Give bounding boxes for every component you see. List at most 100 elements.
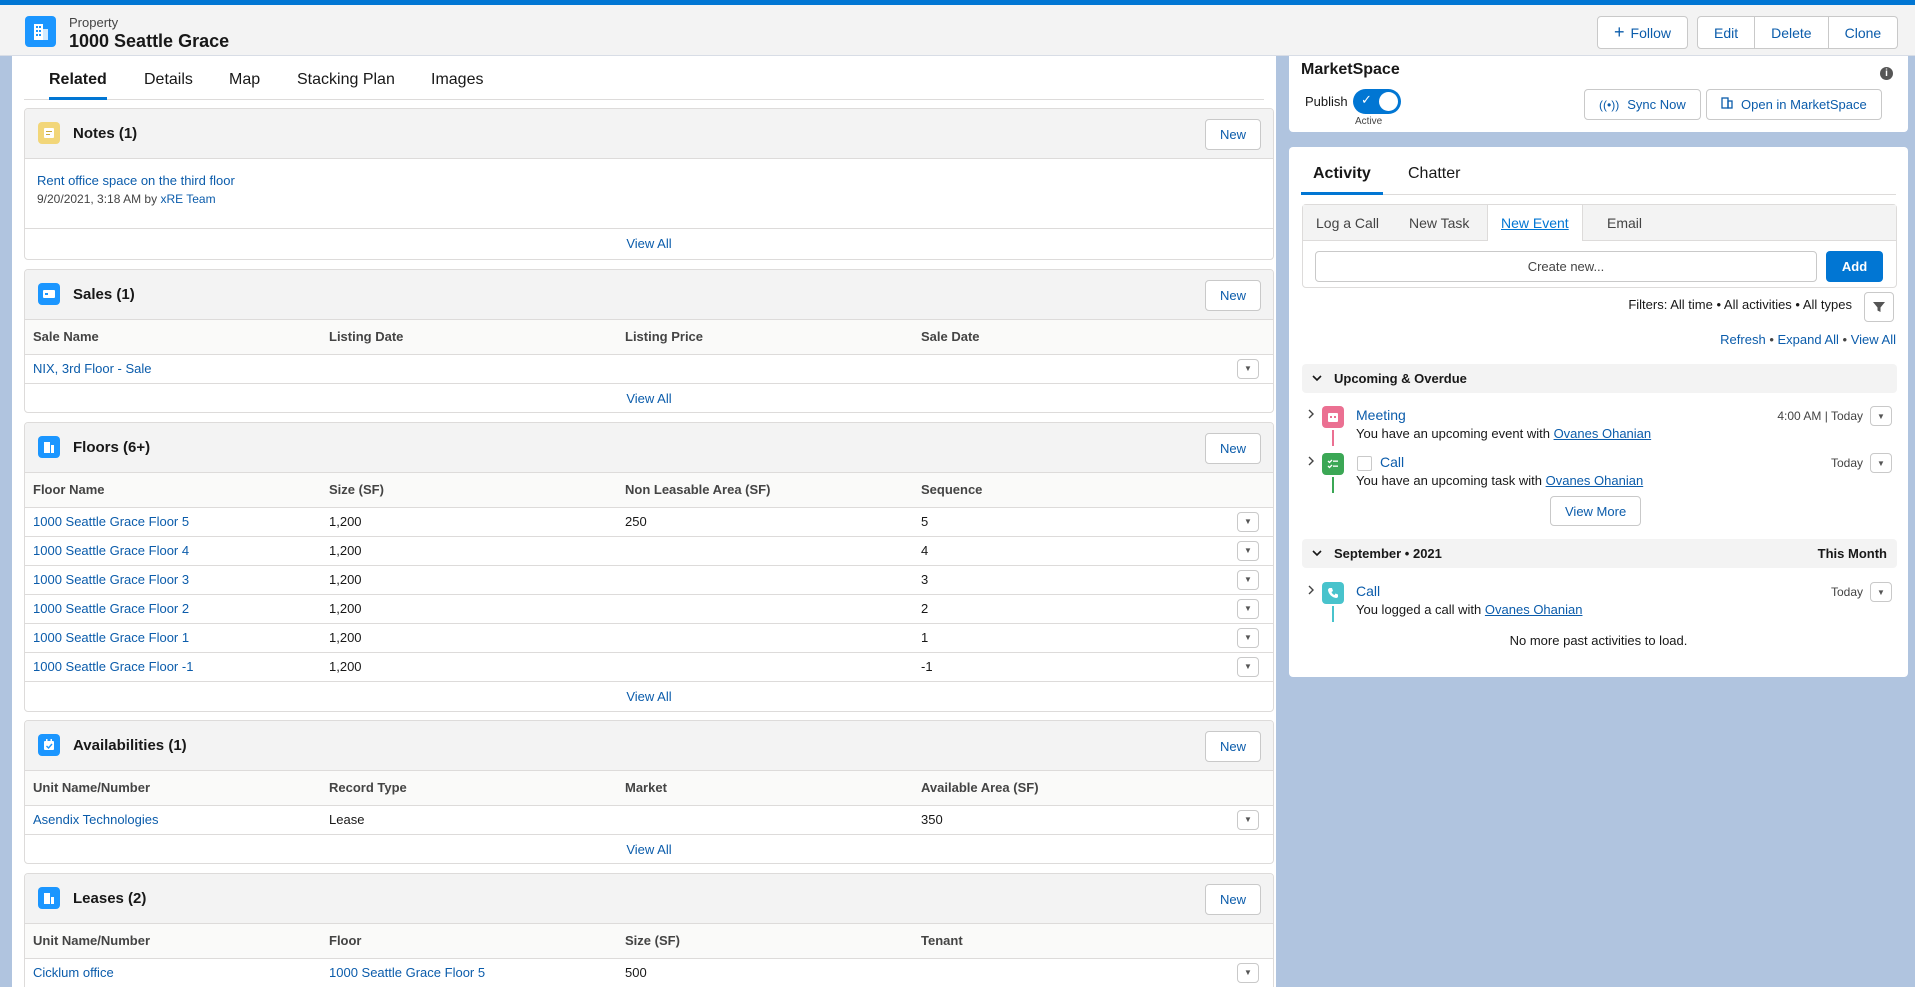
chevron-down-icon: ▼: [1244, 364, 1252, 374]
open-marketspace-button[interactable]: Open in MarketSpace: [1706, 89, 1882, 120]
chevron-right-icon[interactable]: [1306, 455, 1316, 470]
leases-new-button[interactable]: New: [1204, 884, 1261, 915]
sale-link[interactable]: NIX, 3rd Floor - Sale: [33, 361, 152, 376]
row-actions-dropdown[interactable]: ▼: [1237, 809, 1259, 830]
notes-new-button[interactable]: New: [1204, 119, 1261, 150]
item-actions-dropdown[interactable]: ▼: [1870, 406, 1892, 426]
column-header[interactable]: Size (SF): [321, 473, 617, 508]
meeting-link[interactable]: Meeting: [1356, 407, 1406, 423]
floor-link[interactable]: 1000 Seattle Grace Floor 2: [33, 601, 189, 616]
call-task-link[interactable]: Call: [1380, 454, 1404, 470]
edit-button[interactable]: Edit: [1697, 16, 1756, 49]
column-header[interactable]: Market: [617, 771, 913, 806]
upcoming-section-header[interactable]: Upcoming & Overdue: [1302, 364, 1897, 393]
add-button[interactable]: Add: [1826, 251, 1883, 282]
column-header[interactable]: Non Leasable Area (SF): [617, 473, 913, 508]
tab-activity[interactable]: Activity: [1301, 165, 1383, 195]
tab-details[interactable]: Details: [144, 71, 193, 100]
note-link[interactable]: Rent office space on the third floor: [37, 173, 235, 188]
item-actions-dropdown[interactable]: ▼: [1870, 582, 1892, 602]
tab-map[interactable]: Map: [229, 71, 260, 100]
column-header[interactable]: Sale Date: [913, 320, 1209, 355]
chevron-right-icon[interactable]: [1306, 408, 1316, 423]
tab-stacking-plan[interactable]: Stacking Plan: [297, 71, 395, 100]
person-link[interactable]: Ovanes Ohanian: [1546, 473, 1644, 488]
leases-title: Leases (2): [73, 890, 147, 907]
activity-composer: Log a Call New Task New Event Email Crea…: [1302, 204, 1897, 288]
row-actions-dropdown[interactable]: ▼: [1237, 358, 1259, 379]
row-actions-dropdown[interactable]: ▼: [1237, 627, 1259, 648]
availabilities-new-button[interactable]: New: [1204, 731, 1261, 762]
tab-chatter[interactable]: Chatter: [1408, 165, 1460, 195]
floor-link[interactable]: 1000 Seattle Grace Floor 1: [33, 630, 189, 645]
chevron-down-icon: ▼: [1244, 815, 1252, 825]
publish-toggle[interactable]: ✓: [1353, 89, 1401, 114]
expand-all-link[interactable]: Expand All: [1777, 332, 1838, 347]
lease-floor-link[interactable]: 1000 Seattle Grace Floor 5: [329, 965, 485, 980]
floor-link[interactable]: 1000 Seattle Grace Floor 5: [33, 514, 189, 529]
column-header[interactable]: Tenant: [913, 924, 1209, 959]
row-actions-dropdown[interactable]: ▼: [1237, 569, 1259, 590]
column-header[interactable]: Sequence: [913, 473, 1209, 508]
tab-new-task[interactable]: New Task: [1396, 205, 1482, 241]
column-header[interactable]: Listing Date: [321, 320, 617, 355]
tab-related[interactable]: Related: [49, 71, 107, 100]
notes-view-all[interactable]: View All: [626, 236, 671, 251]
floor-link[interactable]: 1000 Seattle Grace Floor 4: [33, 543, 189, 558]
task-checkbox[interactable]: [1357, 456, 1372, 471]
tab-images[interactable]: Images: [431, 71, 483, 100]
floor-link[interactable]: 1000 Seattle Grace Floor 3: [33, 572, 189, 587]
tab-new-event[interactable]: New Event: [1487, 205, 1583, 241]
lease-link[interactable]: Cicklum office: [33, 965, 114, 980]
availability-link[interactable]: Asendix Technologies: [33, 812, 159, 827]
chevron-down-icon: ▼: [1244, 517, 1252, 526]
sync-now-button[interactable]: ((•)) Sync Now: [1584, 89, 1701, 120]
chevron-right-icon[interactable]: [1306, 584, 1316, 599]
column-header[interactable]: Floor Name: [25, 473, 321, 508]
availability-icon: [38, 734, 60, 756]
availabilities-view-all[interactable]: View All: [626, 842, 671, 857]
row-actions-dropdown[interactable]: ▼: [1237, 656, 1259, 677]
note-author-link[interactable]: xRE Team: [160, 192, 215, 206]
plus-icon: +: [1614, 22, 1625, 42]
follow-button[interactable]: + Follow: [1597, 16, 1688, 49]
view-more-button[interactable]: View More: [1550, 496, 1642, 526]
column-header[interactable]: Size (SF): [617, 924, 913, 959]
tab-log-a-call[interactable]: Log a Call: [1303, 205, 1392, 241]
column-header[interactable]: Floor: [321, 924, 617, 959]
column-header[interactable]: Listing Price: [617, 320, 913, 355]
timeline-item-call-task: Call You have an upcoming task with Ovan…: [1302, 449, 1897, 495]
sales-view-all[interactable]: View All: [626, 391, 671, 406]
floor-link[interactable]: 1000 Seattle Grace Floor -1: [33, 659, 193, 674]
phone-icon: [1322, 582, 1344, 604]
column-header[interactable]: Available Area (SF): [913, 771, 1209, 806]
floors-view-all[interactable]: View All: [626, 689, 671, 704]
clone-button[interactable]: Clone: [1828, 16, 1899, 49]
create-new-input[interactable]: Create new...: [1315, 251, 1817, 282]
row-actions-dropdown[interactable]: ▼: [1237, 540, 1259, 561]
timeline-item-meeting: Meeting You have an upcoming event with …: [1302, 402, 1897, 448]
floors-new-button[interactable]: New: [1204, 433, 1261, 464]
row-actions-dropdown[interactable]: ▼: [1237, 962, 1259, 983]
info-icon[interactable]: i: [1880, 67, 1893, 80]
task-icon: [1322, 453, 1344, 475]
row-actions-dropdown[interactable]: ▼: [1237, 598, 1259, 619]
past-call-link[interactable]: Call: [1356, 583, 1380, 599]
tab-email[interactable]: Email: [1594, 205, 1655, 241]
chevron-down-icon: ▼: [1244, 662, 1252, 672]
item-actions-dropdown[interactable]: ▼: [1870, 453, 1892, 473]
filter-button[interactable]: [1864, 292, 1894, 322]
view-all-link[interactable]: View All: [1851, 332, 1896, 347]
month-section-header[interactable]: September • 2021 This Month: [1302, 539, 1897, 568]
person-link[interactable]: Ovanes Ohanian: [1485, 602, 1583, 617]
column-header[interactable]: Unit Name/Number: [25, 924, 321, 959]
sales-new-button[interactable]: New: [1204, 280, 1261, 311]
person-link[interactable]: Ovanes Ohanian: [1554, 426, 1652, 441]
delete-button[interactable]: Delete: [1755, 16, 1829, 49]
column-header[interactable]: Unit Name/Number: [25, 771, 321, 806]
refresh-link[interactable]: Refresh: [1720, 332, 1766, 347]
column-header[interactable]: Record Type: [321, 771, 617, 806]
toggle-state-label: Active: [1355, 116, 1383, 127]
column-header[interactable]: Sale Name: [25, 320, 321, 355]
row-actions-dropdown[interactable]: ▼: [1237, 511, 1259, 532]
